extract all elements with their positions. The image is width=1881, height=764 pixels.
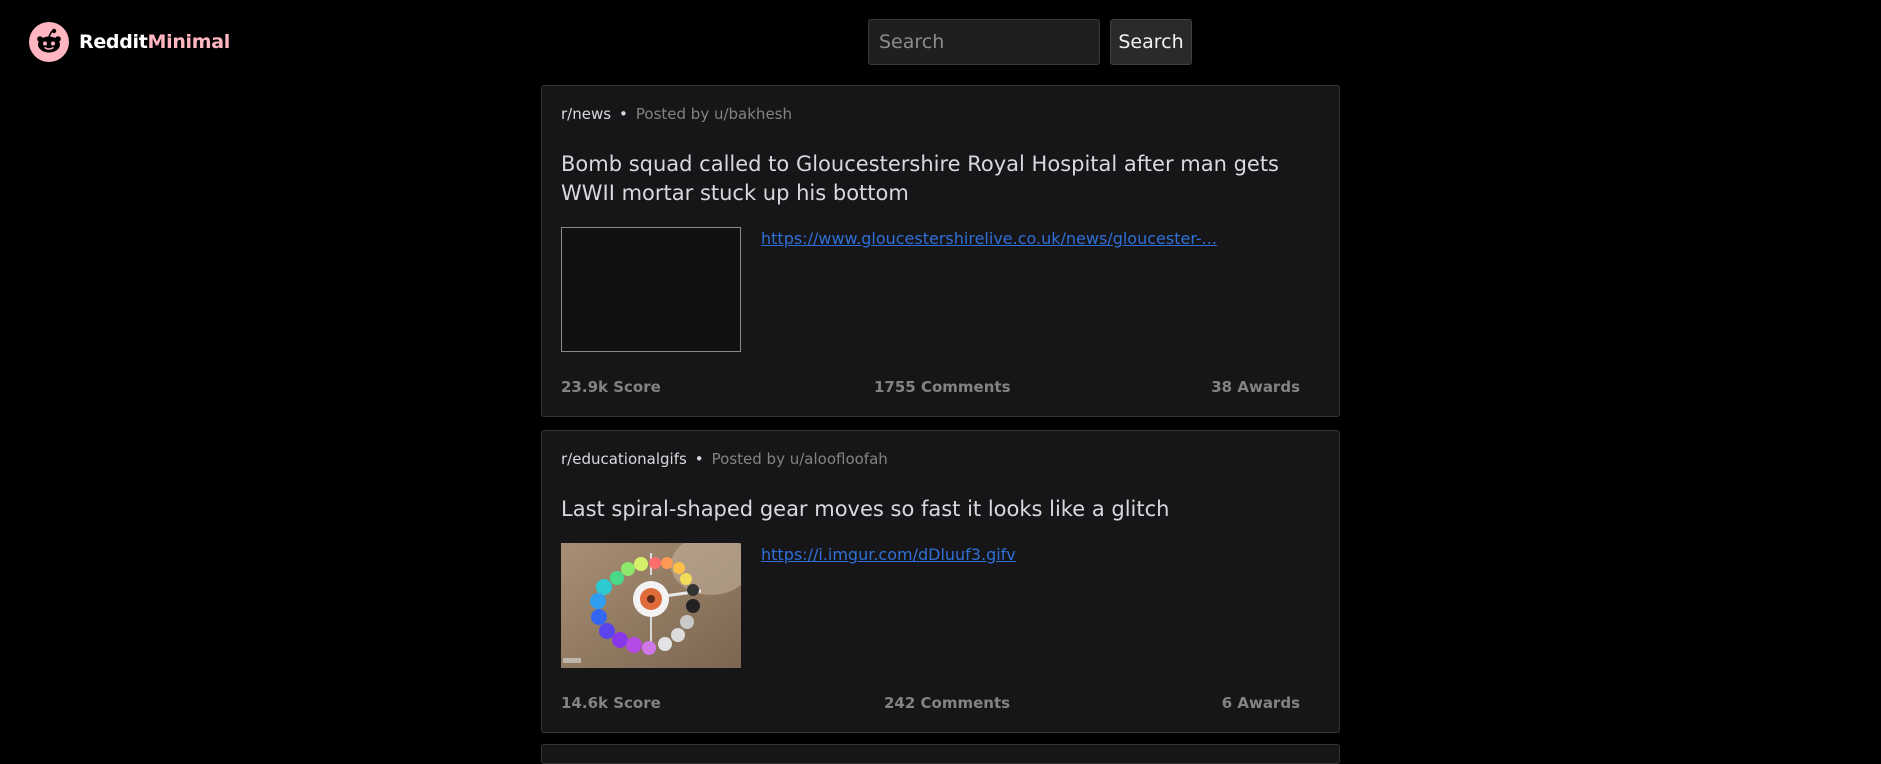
spiral-gear-image bbox=[561, 543, 741, 668]
app-name: RedditMinimal bbox=[79, 31, 230, 53]
post-title[interactable]: Bomb squad called to Gloucestershire Roy… bbox=[561, 150, 1301, 208]
post-card[interactable]: r/news • Posted by u/bakhesh Bomb squad ca… bbox=[541, 85, 1340, 417]
post-score: 14.6k Score bbox=[561, 694, 661, 712]
search-button[interactable]: Search bbox=[1110, 19, 1192, 65]
post-comments[interactable]: 242 Comments bbox=[884, 694, 1010, 712]
post-author[interactable]: Posted by u/bakhesh bbox=[636, 105, 792, 123]
post-author[interactable]: Posted by u/aloofloofah bbox=[712, 450, 888, 468]
post-comments[interactable]: 1755 Comments bbox=[874, 378, 1011, 396]
app-name-word1: Reddit bbox=[79, 31, 148, 53]
post-thumbnail[interactable] bbox=[561, 543, 741, 668]
subreddit-name[interactable]: r/educationalgifs bbox=[561, 450, 687, 468]
meta-separator: • bbox=[619, 105, 628, 123]
app-name-word2: Minimal bbox=[147, 31, 231, 53]
post-meta: r/news • Posted by u/bakhesh bbox=[561, 105, 792, 123]
subreddit-name[interactable]: r/news bbox=[561, 105, 611, 123]
meta-separator: • bbox=[694, 450, 704, 468]
post-awards: 6 Awards bbox=[1221, 694, 1300, 712]
post-link[interactable]: https://i.imgur.com/dDluuf3.gifv bbox=[761, 545, 1016, 564]
app-logo[interactable]: RedditMinimal bbox=[29, 22, 230, 62]
post-meta: r/educationalgifs • Posted by u/aloofloofa… bbox=[561, 450, 888, 468]
post-awards: 38 Awards bbox=[1211, 378, 1300, 396]
post-thumbnail[interactable] bbox=[561, 227, 741, 352]
post-title[interactable]: Last spiral-shaped gear moves so fast it… bbox=[561, 495, 1301, 524]
post-card[interactable]: r/educationalgifs • Posted by u/aloofloofa… bbox=[541, 430, 1340, 733]
reddit-alien-icon bbox=[29, 22, 69, 62]
post-link[interactable]: https://www.gloucestershirelive.co.uk/ne… bbox=[761, 229, 1217, 248]
search-input[interactable] bbox=[868, 19, 1100, 65]
post-card[interactable] bbox=[541, 744, 1340, 764]
post-score: 23.9k Score bbox=[561, 378, 661, 396]
